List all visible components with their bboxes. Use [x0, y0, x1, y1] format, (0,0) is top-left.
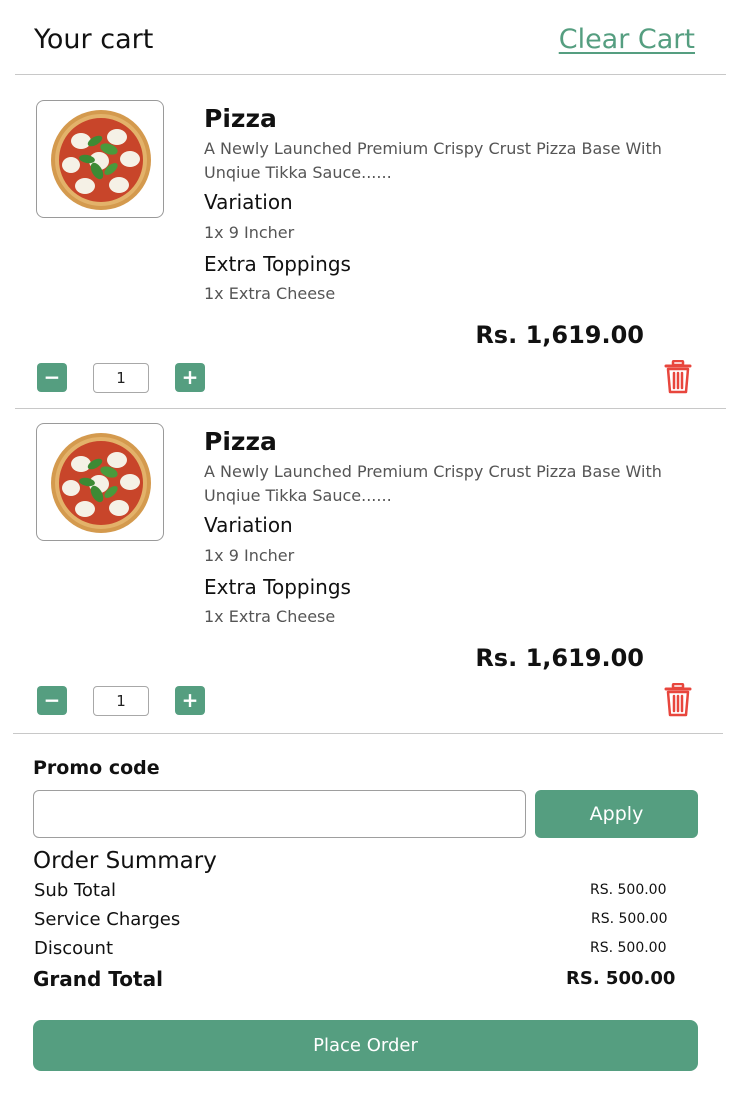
cart-item: Pizza A Newly Launched Premium Crispy Cr…	[0, 398, 742, 721]
variation-label: Variation	[204, 513, 293, 537]
promo-code-input[interactable]	[33, 790, 526, 838]
item-description: A Newly Launched Premium Crispy Crust Pi…	[204, 462, 662, 505]
cart-header: Your cart Clear Cart	[0, 0, 742, 75]
apply-button[interactable]: Apply	[535, 790, 698, 838]
item-description: A Newly Launched Premium Crispy Crust Pi…	[204, 139, 662, 182]
service-charges-label: Service Charges	[34, 909, 181, 930]
grand-total-label: Grand Total	[33, 967, 163, 991]
extra-toppings-label: Extra Toppings	[204, 252, 351, 276]
discount-value: RS. 500.00	[590, 940, 667, 956]
item-name: Pizza	[204, 104, 277, 133]
divider	[13, 733, 723, 734]
increase-quantity-button[interactable]: +	[175, 686, 205, 715]
trash-icon[interactable]	[663, 359, 693, 394]
service-charges-value: RS. 500.00	[591, 911, 668, 927]
extra-toppings-value: 1x Extra Cheese	[204, 607, 336, 626]
variation-value: 1x 9 Incher	[204, 223, 295, 242]
trash-icon[interactable]	[663, 682, 693, 717]
extra-toppings-value: 1x Extra Cheese	[204, 284, 336, 303]
variation-label: Variation	[204, 190, 293, 214]
grand-total-value: RS. 500.00	[566, 968, 676, 989]
item-name: Pizza	[204, 427, 277, 456]
sub-total-value: RS. 500.00	[590, 882, 667, 898]
pizza-image	[36, 423, 164, 541]
sub-total-label: Sub Total	[34, 880, 117, 901]
quantity-input[interactable]	[93, 363, 149, 393]
page-title: Your cart	[34, 24, 154, 55]
variation-value: 1x 9 Incher	[204, 546, 295, 565]
quantity-input[interactable]	[93, 686, 149, 716]
item-price: Rs. 1,619.00	[475, 321, 644, 349]
clear-cart-button[interactable]: Clear Cart	[559, 24, 695, 55]
extra-toppings-label: Extra Toppings	[204, 575, 351, 599]
discount-label: Discount	[34, 938, 114, 959]
cart-item: Pizza A Newly Launched Premium Crispy Cr…	[0, 75, 742, 398]
increase-quantity-button[interactable]: +	[175, 363, 205, 392]
promo-code-label: Promo code	[33, 757, 160, 779]
order-summary-title: Order Summary	[33, 848, 217, 874]
item-price: Rs. 1,619.00	[475, 644, 644, 672]
decrease-quantity-button[interactable]: −	[37, 363, 67, 392]
place-order-button[interactable]: Place Order	[33, 1020, 698, 1071]
pizza-image	[36, 100, 164, 218]
decrease-quantity-button[interactable]: −	[37, 686, 67, 715]
